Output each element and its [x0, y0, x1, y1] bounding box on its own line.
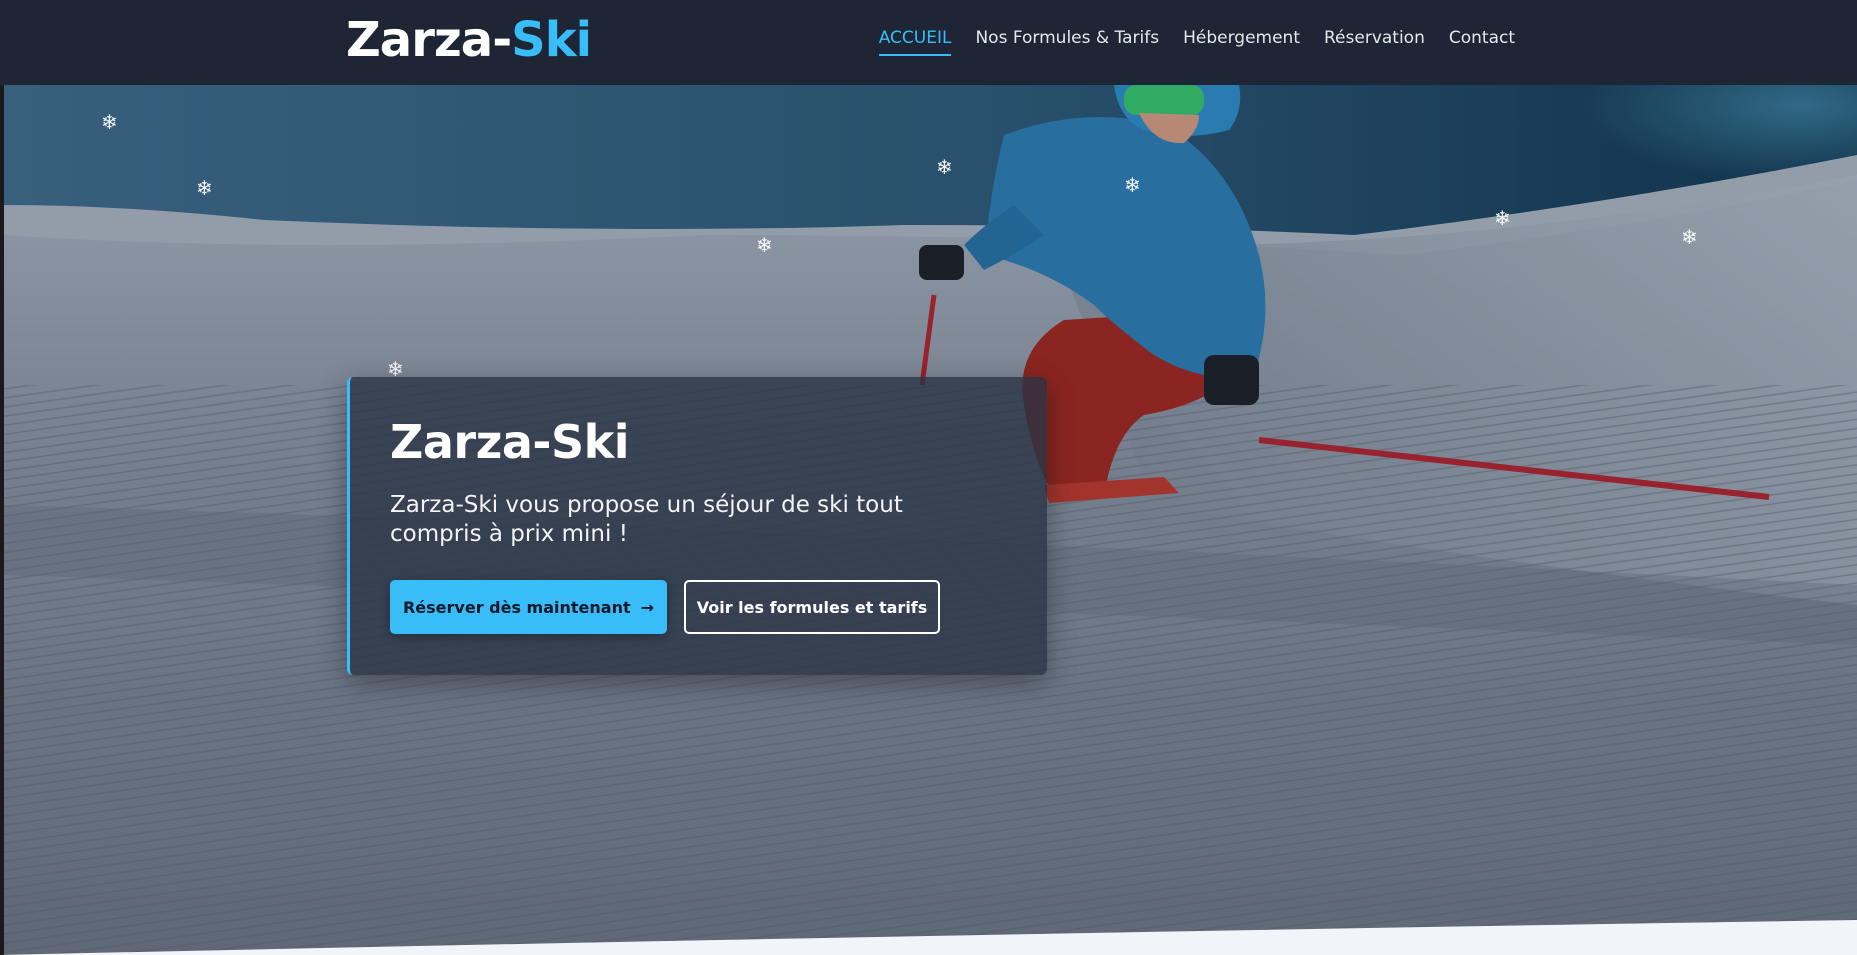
arrow-right-icon: → — [640, 597, 655, 617]
hero-title: Zarza-Ski — [390, 415, 629, 469]
nav-item-contact[interactable]: Contact — [1449, 28, 1515, 54]
snowflake-icon: ❄ — [196, 176, 213, 200]
logo-text-accent: Ski — [511, 12, 592, 68]
snowflake-icon: ❄ — [387, 357, 404, 381]
snowflake-icon: ❄ — [936, 155, 953, 179]
view-formules-label: Voir les formules et tarifs — [696, 597, 928, 617]
reserve-now-button[interactable]: Réserver dès maintenant → — [390, 580, 667, 634]
snowflake-icon: ❄ — [101, 110, 118, 134]
snowflake-icon: ❄ — [1124, 173, 1141, 197]
nav-item-formules-tarifs[interactable]: Nos Formules & Tarifs — [975, 28, 1159, 54]
nav-item-accueil[interactable]: ACCUEIL — [878, 28, 951, 56]
hero-card: Zarza-Ski Zarza-Ski vous propose un séjo… — [347, 377, 1047, 675]
reserve-now-label: Réserver dès maintenant — [402, 597, 631, 617]
hero-subtitle: Zarza-Ski vous propose un séjour de ski … — [390, 492, 903, 547]
snowflake-icon: ❄ — [1494, 206, 1511, 230]
nav-item-hebergement[interactable]: Hébergement — [1183, 28, 1300, 54]
snowflake-icon: ❄ — [1681, 225, 1698, 249]
site-header: Zarza-Ski ACCUEIL Nos Formules & Tarifs … — [0, 0, 1857, 85]
site-logo[interactable]: Zarza-Ski — [346, 12, 592, 68]
page: Zarza-Ski ACCUEIL Nos Formules & Tarifs … — [0, 0, 1857, 955]
snowflake-icon: ❄ — [756, 233, 773, 257]
nav-item-reservation[interactable]: Réservation — [1324, 28, 1425, 54]
logo-text-main: Zarza- — [346, 12, 512, 68]
section-divider — [0, 920, 1857, 955]
main-nav: ACCUEIL Nos Formules & Tarifs Hébergemen… — [878, 28, 1515, 56]
window-edge — [0, 0, 4, 955]
view-formules-button[interactable]: Voir les formules et tarifs — [684, 580, 940, 634]
